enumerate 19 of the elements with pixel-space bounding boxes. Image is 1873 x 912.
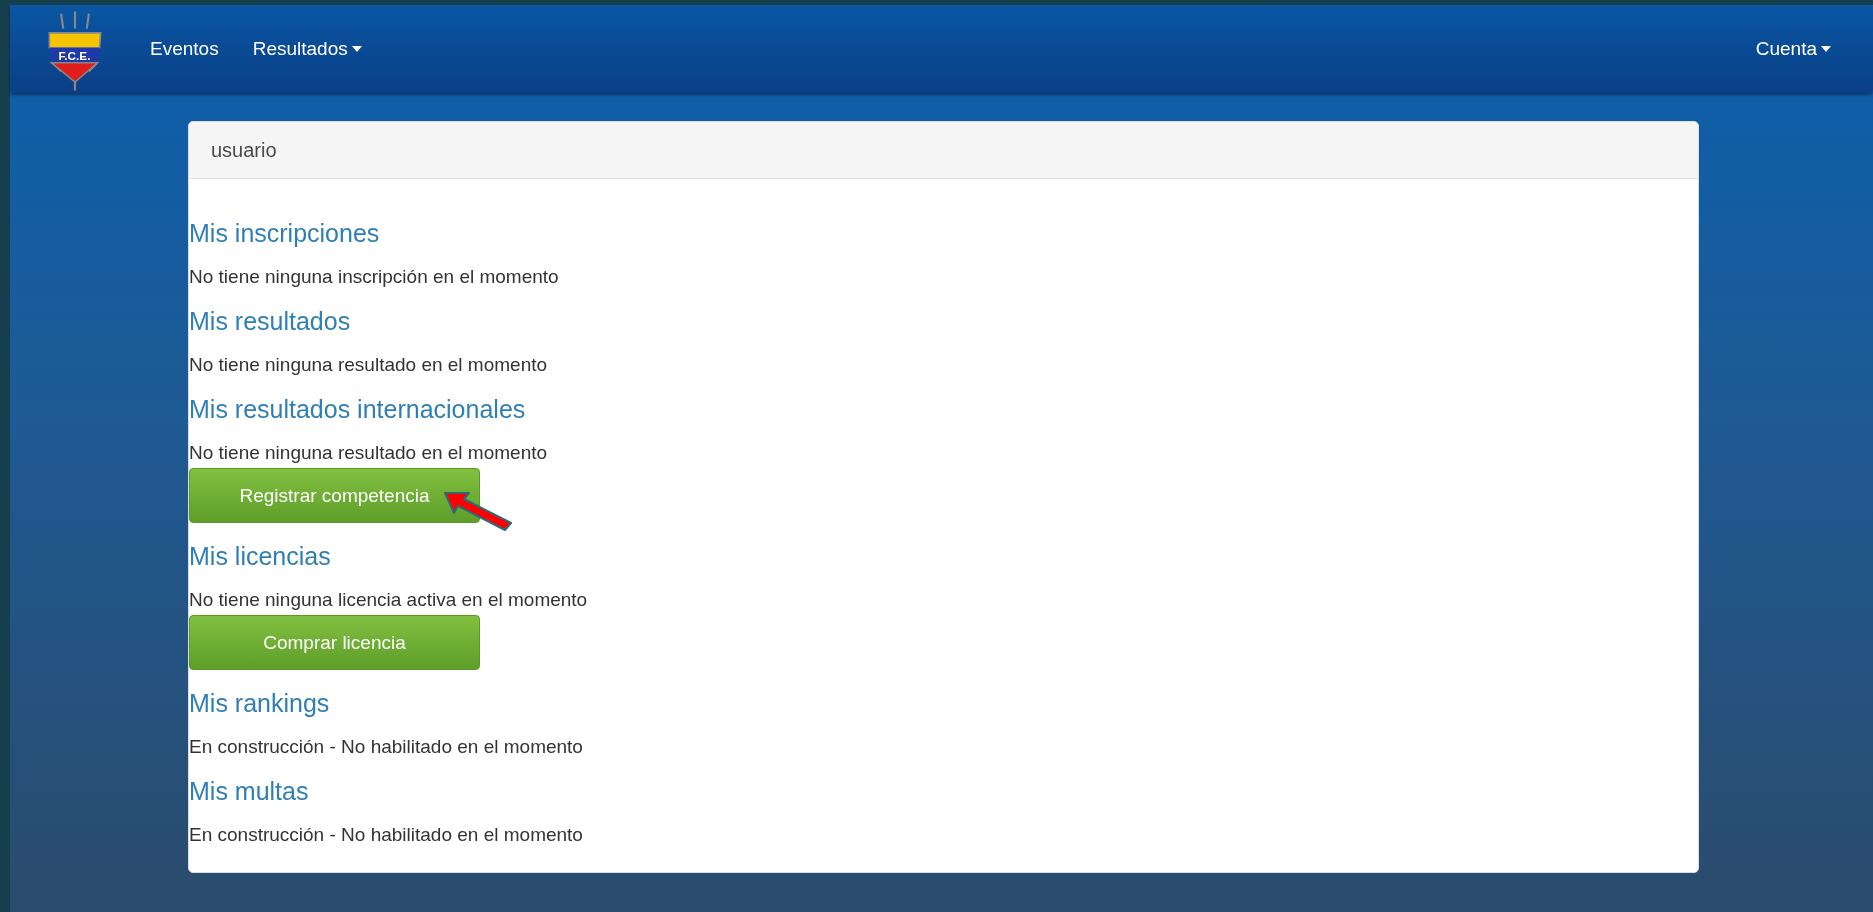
nav-link[interactable]: Resultados <box>252 30 362 68</box>
section-heading: Mis licencias <box>189 543 332 569</box>
caret-icon <box>1821 46 1831 52</box>
section-message: En construcción - No habilitado en el momento <box>189 736 584 758</box>
section-heading: Mis multas <box>189 778 310 804</box>
section-heading: Mis resultados internacionales <box>189 396 527 422</box>
account-menu[interactable]: Cuenta <box>1755 30 1831 68</box>
section-message: No tiene ninguna licencia activa en el momento <box>189 589 589 611</box>
section-heading: Mis resultados <box>189 308 352 334</box>
pointer-arrow-icon <box>443 490 513 532</box>
nav-link[interactable]: Eventos <box>150 30 219 68</box>
section-message: No tiene ninguna resultado en el momento <box>189 354 549 376</box>
panel-title: usuario <box>211 138 277 162</box>
section-heading: Mis inscripciones <box>189 220 381 246</box>
section-message: No tiene ninguna inscripción en el momento <box>189 266 560 288</box>
section-message: En construcción - No habilitado en el momento <box>189 824 584 846</box>
section-heading: Mis rankings <box>189 690 331 716</box>
section-message: No tiene ninguna resultado en el momento <box>189 442 549 464</box>
caret-icon <box>351 46 362 52</box>
